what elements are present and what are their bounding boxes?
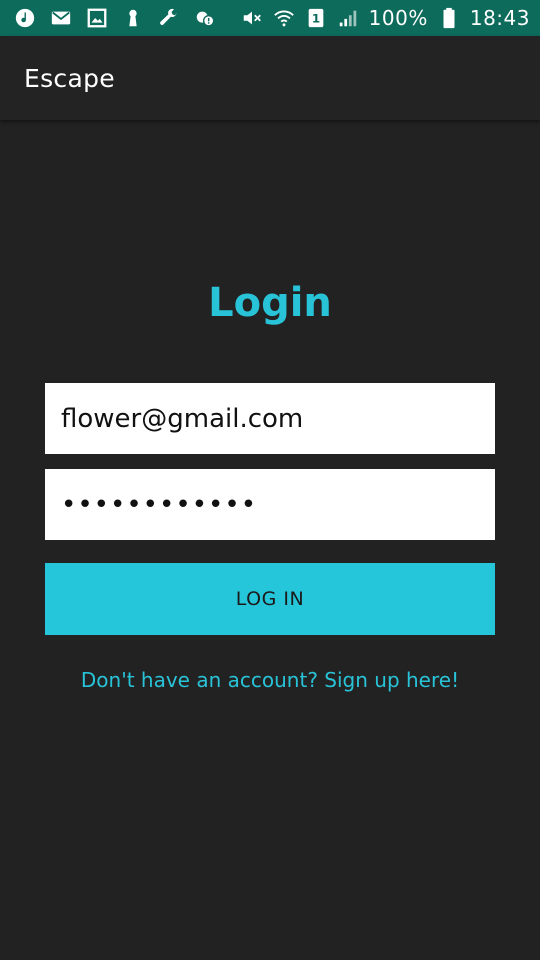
signup-link[interactable]: Don't have an account? Sign up here!	[0, 668, 540, 692]
wifi-icon	[273, 7, 295, 29]
cloud-alert-icon	[194, 7, 216, 29]
email-field[interactable]	[45, 383, 495, 454]
mute-icon	[241, 7, 263, 29]
sim-icon: 1	[305, 7, 327, 29]
image-icon	[86, 7, 108, 29]
battery-percentage: 100%	[368, 6, 428, 30]
app-bar: Escape	[0, 36, 540, 120]
signal-icon	[337, 7, 359, 29]
system-icons: 1 100% 18:43	[241, 6, 530, 30]
mail-icon	[50, 7, 72, 29]
clock: 18:43	[469, 6, 530, 30]
password-field[interactable]	[45, 469, 495, 540]
login-button[interactable]: LOG IN	[45, 563, 495, 635]
music-icon	[14, 7, 36, 29]
notification-icons	[14, 7, 216, 29]
wrench-icon	[158, 7, 180, 29]
sim-number: 1	[312, 12, 320, 26]
status-bar: 1 100% 18:43	[0, 0, 540, 36]
login-title: Login	[208, 280, 332, 326]
battery-icon	[438, 7, 460, 29]
keyhole-icon	[122, 7, 144, 29]
app-title: Escape	[24, 63, 115, 93]
